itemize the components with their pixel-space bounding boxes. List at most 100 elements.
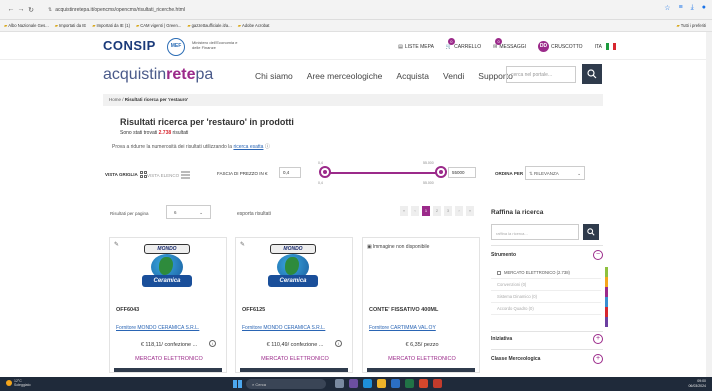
cruscotto-link[interactable]: DD CRUSCOTTO	[538, 41, 583, 52]
expand-icon[interactable]: +	[593, 334, 603, 344]
product-code[interactable]: CONTE' FISSATIVO 400ML	[369, 307, 438, 313]
section-iniziativa[interactable]: Iniziativa	[491, 336, 512, 342]
refine-search-input[interactable]: raffina la ricerca...	[491, 224, 579, 240]
bookmark-item[interactable]: ▰Albo Nazionale Ges...	[4, 23, 49, 28]
page-last[interactable]: »	[466, 206, 474, 216]
bookmark-item[interactable]: ▰Importati da IE (1)	[92, 23, 130, 28]
grid-view-toggle[interactable]: VISTA GRIGLIA	[105, 171, 147, 178]
nav-acquista[interactable]: Acquista	[396, 71, 429, 81]
export-results-link[interactable]: esporta risultati	[237, 211, 271, 217]
acrobat-icon[interactable]	[433, 379, 442, 388]
page-next[interactable]: ›	[455, 206, 463, 216]
product-image-missing[interactable]: ▣ Immagine non disponibile	[367, 244, 429, 250]
sort-select[interactable]: ⇅ RILEVANZA ⌄	[525, 166, 585, 180]
add-to-cart-bar[interactable]	[367, 368, 475, 372]
url-field[interactable]: ⇅ acquistinretepa.it/opencms/opencms/risu…	[42, 4, 642, 16]
taskbar-search[interactable]: ⌕ Cerca	[246, 379, 326, 389]
exact-search-link[interactable]: ricerca esatta	[233, 144, 263, 150]
taskbar-clock[interactable]: 09:00 06/03/2024	[688, 379, 706, 388]
scrollbar[interactable]	[706, 32, 712, 377]
consip-logo[interactable]: CONSIP	[103, 38, 156, 53]
bookmark-item[interactable]: ▰CAM vigenti | Green...	[136, 23, 181, 28]
profile-icon[interactable]: ●	[702, 4, 706, 12]
add-to-cart-bar[interactable]	[240, 368, 348, 372]
price-max-input[interactable]: 55000	[448, 167, 476, 178]
windows-start-icon[interactable]	[233, 380, 242, 388]
price-slider-min-handle[interactable]	[319, 166, 331, 178]
section-classe-merceologica[interactable]: Classe Merceologica	[491, 356, 540, 362]
refine-search-button[interactable]	[583, 224, 599, 240]
page-first[interactable]: «	[400, 206, 408, 216]
portal-search-input[interactable]: cerca nel portale...	[506, 66, 576, 83]
windows-taskbar: 12°C Soleggiato ⌕ Cerca 09:00 06/03/2024	[0, 377, 712, 391]
product-card[interactable]: ✎ MONDO Ceramica OFF6043 Fornitore MONDO…	[109, 237, 227, 373]
reload-icon[interactable]: ↻	[26, 6, 36, 14]
mef-logo[interactable]: MEF	[167, 38, 185, 56]
chrome-icon[interactable]	[419, 379, 428, 388]
product-image[interactable]: MONDO Ceramica	[264, 244, 322, 290]
product-card[interactable]: ▣ Immagine non disponibile CONTE' FISSATI…	[362, 237, 480, 373]
teams-icon[interactable]	[349, 379, 358, 388]
brand-logo[interactable]: acquistinretepa	[103, 66, 213, 84]
supplier-link[interactable]: Fornitore MONDO CERAMICA S.R.L.	[242, 325, 350, 331]
carrello-link[interactable]: 0 🛒 CARRELLO	[446, 37, 481, 50]
excel-icon[interactable]	[405, 379, 414, 388]
chevron-down-icon: ⌄	[199, 210, 203, 215]
page-title: Risultati ricerca per 'restauro' in prod…	[120, 117, 294, 127]
breadcrumb-home[interactable]: Home	[109, 97, 121, 102]
section-strumento[interactable]: Strumento	[491, 252, 516, 258]
page-1[interactable]: 1	[422, 206, 430, 216]
messaggi-link[interactable]: 0 ✉ MESSAGGI	[493, 37, 526, 50]
price-slider-track[interactable]	[327, 172, 443, 174]
divider	[491, 331, 603, 332]
option-mercato-elettronico[interactable]: MERCATO ELETTRONICO (2.738)	[491, 267, 601, 279]
info-icon[interactable]: i	[209, 340, 216, 347]
compare-icon[interactable]: ✎	[240, 241, 245, 248]
page-2[interactable]: 2	[433, 206, 441, 216]
results-per-page-select[interactable]: 6 ⌄	[166, 205, 211, 219]
file-explorer-icon[interactable]	[377, 379, 386, 388]
language-switch[interactable]: ITA	[595, 43, 616, 50]
option-convenzioni[interactable]: Convenzioni (0)	[491, 279, 601, 291]
bookmark-item[interactable]: ▰Importati da IE	[55, 23, 86, 28]
product-image[interactable]: MONDO Ceramica	[138, 244, 196, 290]
all-bookmarks[interactable]: ▰Tutti i preferiti	[677, 23, 706, 28]
add-to-cart-bar[interactable]	[114, 368, 222, 372]
download-icon[interactable]: ⤓	[691, 4, 694, 12]
portal-search-button[interactable]	[582, 64, 602, 84]
favorites-icon[interactable]: ≡	[679, 4, 683, 12]
task-view-icon[interactable]	[335, 379, 344, 388]
product-code[interactable]: OFF6125	[242, 307, 265, 313]
price-slider-max-handle[interactable]	[435, 166, 447, 178]
compare-icon[interactable]: ✎	[114, 241, 119, 248]
product-card[interactable]: ✎ MONDO Ceramica OFF6125 Fornitore MONDO…	[235, 237, 353, 373]
main-header: acquistinretepa Chi siamo Aree merceolog…	[0, 60, 712, 90]
site-info-icon[interactable]: ⇅	[48, 7, 52, 13]
product-code[interactable]: OFF6043	[116, 307, 139, 313]
bookmark-item[interactable]: ▰gazzettaufficiale.it/a...	[187, 23, 231, 28]
back-icon[interactable]: ←	[6, 6, 16, 13]
nav-chi-siamo[interactable]: Chi siamo	[255, 71, 293, 81]
option-sistema-dinamico[interactable]: Sistema Dinamico (0)	[491, 291, 601, 303]
list-view-toggle[interactable]: VISTA ELENCO	[147, 171, 191, 179]
nav-aree-merceologiche[interactable]: Aree merceologiche	[307, 71, 383, 81]
price-min-input[interactable]: 0,4	[279, 167, 301, 178]
outlook-icon[interactable]	[391, 379, 400, 388]
edge-icon[interactable]	[363, 379, 372, 388]
consip-topbar: CONSIP MEF Ministero dell'Economia e del…	[0, 32, 712, 60]
supplier-link[interactable]: Fornitore MONDO CERAMICA S.R.L.	[116, 325, 224, 331]
expand-icon[interactable]: +	[593, 354, 603, 364]
supplier-link[interactable]: Fornitore CARTIMMA VAL.OY	[369, 325, 477, 331]
forward-icon[interactable]: →	[16, 6, 26, 13]
option-accordo-quadro[interactable]: Accordo Quadro (0)	[491, 303, 601, 315]
page-3[interactable]: 3	[444, 206, 452, 216]
info-icon[interactable]: i	[335, 340, 342, 347]
bookmark-item[interactable]: ▰Adobe Acrobat	[238, 23, 270, 28]
weather-widget[interactable]: 12°C Soleggiato	[6, 379, 31, 387]
page-prev[interactable]: ‹	[411, 206, 419, 216]
liste-mepa-link[interactable]: ▤ LISTE MEPA	[398, 44, 434, 50]
collapse-icon[interactable]: −	[593, 250, 603, 260]
nav-vendi[interactable]: Vendi	[443, 71, 464, 81]
divider	[491, 349, 603, 350]
favorite-star-icon[interactable]: ☆	[664, 4, 670, 12]
